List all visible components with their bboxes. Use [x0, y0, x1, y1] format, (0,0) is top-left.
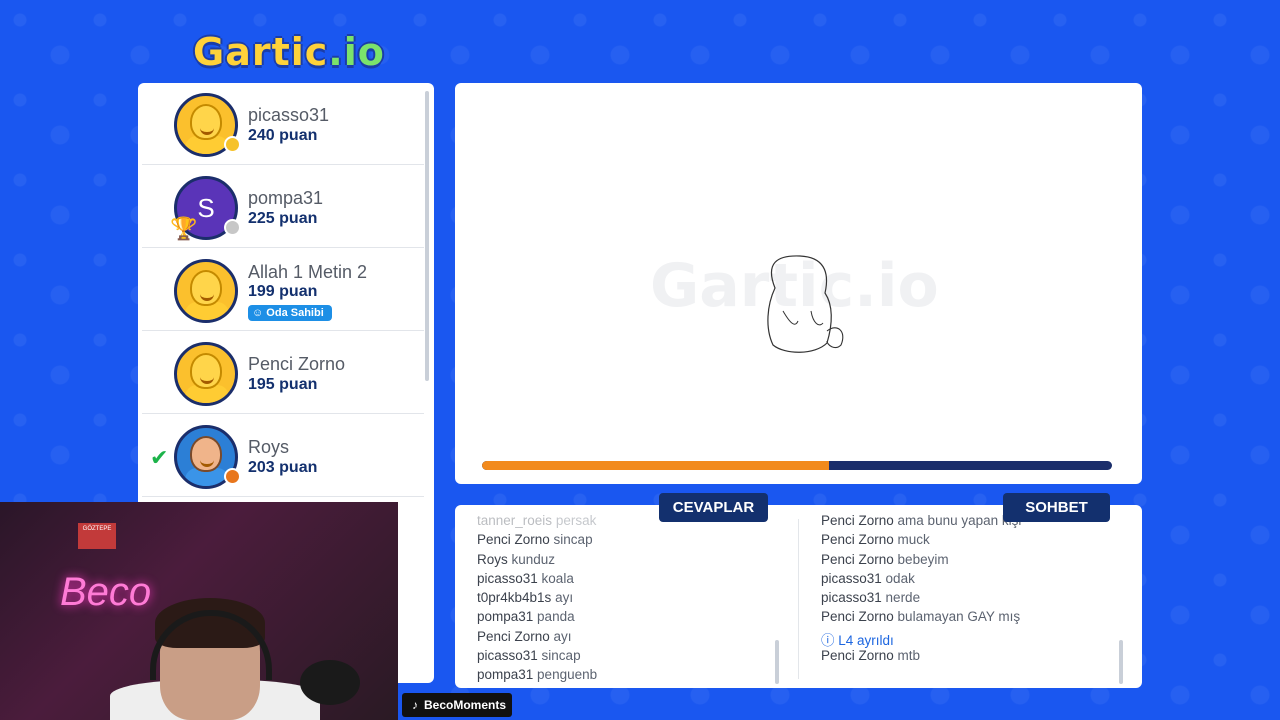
player-row[interactable]: Allah 1 Metin 2 199 puan ☺ Oda Sahibi	[142, 249, 424, 331]
gartic-logo: Gartic.io	[193, 30, 385, 74]
message-author[interactable]: picasso31	[477, 571, 538, 586]
chat-list: Penci Zorno ama bunu yapan kişi Penci Zor…	[821, 513, 1141, 667]
message-author[interactable]: pompa31	[477, 609, 533, 624]
message-text: mtb	[893, 648, 921, 664]
message-author[interactable]: t0pr4kb4b1s	[477, 590, 551, 605]
message-text: odak	[881, 570, 915, 586]
chat-message: Penci Zorno mtb	[821, 648, 1141, 667]
chat-message: picasso31 odak	[821, 571, 1141, 590]
trophy-icon: 🏆	[170, 216, 198, 241]
message-author[interactable]: picasso31	[477, 648, 538, 663]
chat-message: pompa31 panda	[477, 609, 797, 628]
neon-sign: Beco	[60, 570, 152, 614]
round-timer	[482, 461, 1112, 470]
chat-scrollbar[interactable]	[1119, 640, 1123, 684]
chat-message: picasso31 koala	[477, 571, 797, 590]
message-author[interactable]: pompa31	[477, 667, 533, 682]
message-text: kunduz	[507, 551, 556, 567]
message-text: ayı	[549, 628, 572, 644]
player-name: pompa31	[248, 188, 324, 208]
divider	[798, 519, 799, 679]
chat-message: picasso31 nerde	[821, 590, 1141, 609]
status-dot	[224, 219, 241, 236]
player-score: 195 puan	[248, 376, 318, 393]
message-author[interactable]: Penci Zorno	[477, 532, 550, 547]
drawing-sketch	[767, 255, 844, 353]
message-author[interactable]: Penci Zorno	[477, 629, 550, 644]
room-owner-badge: ☺ Oda Sahibi	[248, 305, 332, 321]
message-author[interactable]: Penci Zorno	[821, 532, 894, 547]
status-dot	[224, 136, 241, 153]
message-author[interactable]: tanner_roeis	[477, 513, 552, 528]
message-text: ayı	[551, 590, 574, 606]
answers-list: tanner_roeis persak Penci Zorno sincap Roy…	[477, 513, 797, 687]
message-text: penguenb	[533, 667, 598, 683]
chat-panels: tanner_roeis persak Penci Zorno sincap Roy…	[455, 505, 1142, 688]
status-dot	[224, 468, 241, 485]
tiktok-icon: ♪	[412, 698, 418, 712]
player-row[interactable]: picasso31 240 puan	[142, 83, 424, 165]
message-author[interactable]: Penci Zorno	[821, 648, 894, 663]
message-text: persak	[552, 513, 597, 528]
message-text: koala	[537, 570, 574, 586]
player-name: Allah 1 Metin 2	[248, 262, 368, 282]
player-row[interactable]: S 🏆 pompa31 225 puan	[142, 166, 424, 248]
message-text: panda	[533, 609, 575, 625]
avatar	[174, 342, 238, 406]
message-author[interactable]: Penci Zorno	[821, 513, 894, 528]
tab-answers[interactable]: CEVAPLAR	[659, 493, 768, 522]
message-author[interactable]: Penci Zorno	[821, 552, 894, 567]
message-text: bulamayan GAY mış	[893, 609, 1021, 625]
chat-message: Penci Zorno ayı	[477, 629, 797, 648]
player-name: Roys	[248, 437, 290, 457]
webcam-sticker: GÖZTEPE	[78, 523, 116, 549]
chat-message: Penci Zorno bulamayan GAY mış	[821, 609, 1141, 628]
message-author[interactable]: picasso31	[821, 590, 882, 605]
message-text: ayrıldı	[853, 632, 894, 648]
system-message: ⓘ L4 ayrıldı	[821, 629, 1141, 648]
message-author[interactable]: picasso31	[821, 571, 882, 586]
player-list-scrollbar[interactable]	[425, 91, 429, 381]
message-author[interactable]: ⓘ L4	[821, 633, 853, 648]
player-score: 240 puan	[248, 127, 318, 144]
message-text: muck	[893, 532, 930, 548]
tab-chat[interactable]: SOHBET	[1003, 493, 1110, 522]
answers-scrollbar[interactable]	[775, 640, 779, 684]
chat-message: Penci Zorno muck	[821, 532, 1141, 551]
tiktok-channel-tag: ♪ BecoMoments	[402, 693, 513, 717]
steering-wheel	[300, 660, 360, 705]
chat-message: Penci Zorno sincap	[477, 532, 797, 551]
chat-message: t0pr4kb4b1s ayı	[477, 590, 797, 609]
check-icon: ✔	[150, 445, 169, 470]
drawing-canvas[interactable]: Gartic.io	[455, 83, 1142, 484]
player-score: 199 puan	[248, 283, 318, 300]
message-text: nerde	[881, 590, 921, 606]
player-row[interactable]: ✔ Roys 203 puan	[142, 415, 424, 497]
player-name: picasso31	[248, 105, 330, 125]
message-author[interactable]: Penci Zorno	[821, 609, 894, 624]
round-timer-fill	[482, 461, 829, 470]
chat-message: Roys kunduz	[477, 552, 797, 571]
message-text: sincap	[549, 532, 593, 548]
player-name: Penci Zorno	[248, 354, 346, 374]
message-text: sincap	[537, 648, 581, 664]
player-score: 225 puan	[248, 210, 318, 227]
player-score: 203 puan	[248, 459, 318, 476]
message-text: bebeyim	[893, 551, 949, 567]
avatar	[174, 259, 238, 323]
message-author[interactable]: Roys	[477, 552, 508, 567]
player-row[interactable]: Penci Zorno 195 puan	[142, 332, 424, 414]
chat-message: Penci Zorno bebeyim	[821, 552, 1141, 571]
chat-message: picasso31 sincap	[477, 648, 797, 667]
chat-message: pompa31 penguenb	[477, 667, 797, 686]
